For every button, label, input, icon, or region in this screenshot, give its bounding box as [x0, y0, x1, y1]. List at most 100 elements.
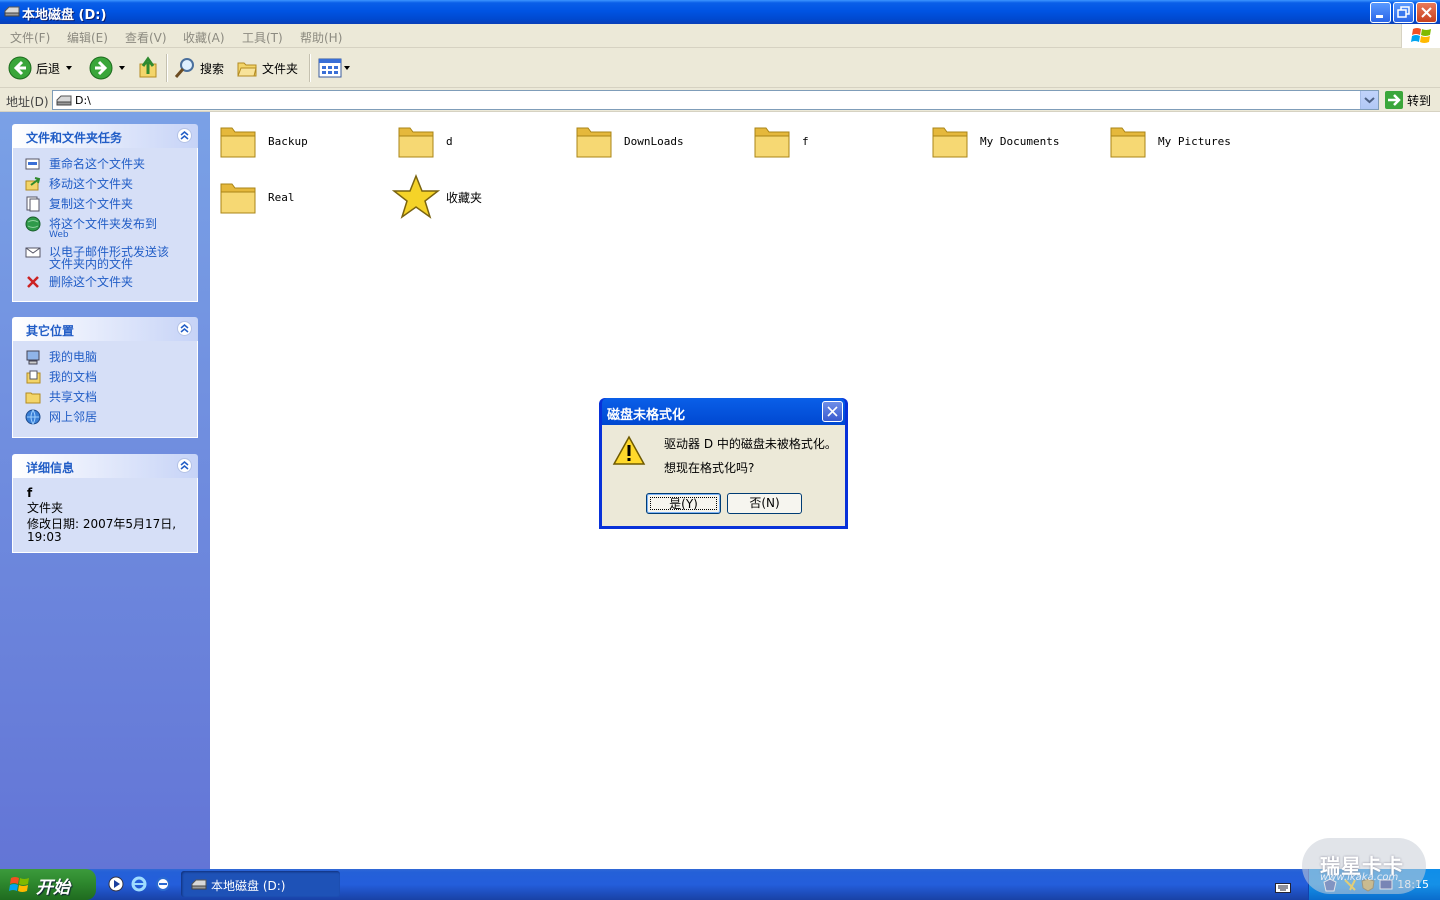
place-my-computer[interactable]: 我的电脑 — [13, 347, 197, 367]
views-button[interactable] — [318, 48, 350, 88]
folder-icon — [576, 127, 612, 158]
window-title: 本地磁盘 (D:) — [22, 8, 107, 23]
forward-button[interactable] — [89, 48, 125, 88]
yes-button[interactable]: 是(Y) — [646, 493, 721, 514]
details-panel: 详细信息 f 文件夹 修改日期: 2007年5月17日, 19:03 — [12, 454, 198, 553]
address-dropdown-button[interactable] — [1360, 91, 1378, 109]
move-icon — [25, 177, 41, 191]
task-copy-folder[interactable]: 复制这个文件夹 — [13, 194, 197, 214]
windows-flag-icon — [1411, 28, 1431, 43]
file-item[interactable]: Real — [218, 178, 295, 216]
place-my-documents[interactable]: 我的文档 — [13, 367, 197, 387]
folder-icon — [398, 127, 434, 158]
task-email-files[interactable]: 以电子邮件形式发送该 文件夹内的文件 — [13, 242, 197, 272]
panel-title: 文件和文件夹任务 — [26, 131, 123, 145]
chevron-up-double-icon — [180, 131, 189, 140]
panel-title: 其它位置 — [26, 324, 75, 338]
up-folder-button[interactable] — [138, 48, 160, 88]
show-desktop-icon[interactable] — [155, 876, 171, 892]
no-button[interactable]: 否(N) — [727, 493, 802, 514]
taskbar: 开始 本地磁盘 (D:) 18:15 — [0, 869, 1440, 900]
back-label: 后退 — [36, 61, 61, 76]
address-bar: 地址(D) D:\ 转到 — [0, 88, 1440, 112]
menu-view[interactable]: 查看(V) — [125, 29, 167, 46]
folders-button[interactable]: 文件夹 — [236, 48, 298, 88]
internet-explorer-icon[interactable] — [131, 876, 147, 892]
folder-icon — [1110, 127, 1146, 158]
media-player-icon[interactable] — [108, 876, 124, 892]
copy-icon — [26, 196, 40, 212]
back-arrow-icon — [8, 56, 32, 80]
menu-favorites[interactable]: 收藏(A) — [183, 29, 225, 46]
folder-icon — [932, 127, 968, 158]
chevron-up-double-icon — [180, 461, 189, 470]
windows-logo — [1401, 24, 1440, 48]
unformatted-disk-dialog: 磁盘未格式化 驱动器 D 中的磁盘未被格式化。 想现在格式化吗? 是(Y) 否(… — [599, 398, 848, 529]
folder-icon — [220, 127, 256, 158]
watermark-url: www.ikaka.com — [1320, 872, 1399, 883]
search-button[interactable]: 搜索 — [174, 48, 224, 88]
warning-icon — [612, 435, 646, 465]
delete-icon — [27, 276, 39, 288]
file-item[interactable]: f — [752, 122, 809, 160]
menu-tools[interactable]: 工具(T) — [242, 29, 283, 46]
file-folder-tasks-panel: 文件和文件夹任务 重命名这个文件夹 移动这个文件夹 复制这个文件夹 将这个文件夹… — [12, 124, 198, 302]
my-computer-icon — [26, 350, 40, 365]
menu-help[interactable]: 帮助(H) — [300, 29, 342, 46]
panel-header[interactable]: 详细信息 — [12, 454, 198, 478]
taskbar-window-button[interactable]: 本地磁盘 (D:) — [181, 871, 340, 897]
up-folder-icon — [139, 56, 157, 78]
address-value: D:\ — [75, 94, 91, 107]
file-item[interactable]: 收藏夹 — [392, 174, 482, 220]
start-label: 开始 — [36, 878, 70, 898]
menu-edit[interactable]: 编辑(E) — [67, 29, 108, 46]
file-item[interactable]: My Documents — [930, 122, 1059, 160]
task-rename-folder[interactable]: 重命名这个文件夹 — [13, 154, 197, 174]
task-publish-web[interactable]: 将这个文件夹发布到 Web — [13, 214, 197, 242]
watermark: 瑞星卡卡 www.ikaka.com — [1302, 838, 1426, 894]
title-bar[interactable]: 本地磁盘 (D:) — [0, 0, 1440, 24]
restore-button[interactable] — [1393, 2, 1414, 23]
close-button[interactable] — [1416, 2, 1437, 23]
place-shared-documents[interactable]: 共享文档 — [13, 387, 197, 407]
collapse-button[interactable] — [177, 128, 192, 143]
panel-header[interactable]: 文件和文件夹任务 — [12, 124, 198, 148]
search-label: 搜索 — [200, 61, 225, 76]
place-network[interactable]: 网上邻居 — [13, 407, 197, 427]
file-item[interactable]: My Pictures — [1108, 122, 1231, 160]
yes-label: 是(Y) — [650, 497, 717, 511]
keyboard-icon[interactable] — [1275, 881, 1291, 893]
details-modified-time: 19:03 — [27, 530, 62, 544]
details-name: f — [27, 486, 33, 500]
collapse-button[interactable] — [177, 458, 192, 473]
no-label: 否(N) — [749, 496, 780, 510]
views-icon — [318, 58, 342, 78]
folder-icon — [754, 127, 790, 158]
search-icon — [174, 58, 194, 78]
task-move-folder[interactable]: 移动这个文件夹 — [13, 174, 197, 194]
panel-header[interactable]: 其它位置 — [12, 317, 198, 341]
chevron-down-icon — [1364, 97, 1375, 104]
views-dropdown-icon[interactable] — [344, 66, 350, 70]
go-arrow-icon — [1385, 91, 1403, 109]
go-label: 转到 — [1407, 93, 1432, 108]
back-button[interactable]: 后退 — [8, 48, 73, 88]
go-button[interactable]: 转到 — [1385, 91, 1431, 109]
file-item[interactable]: Backup — [218, 122, 308, 160]
minimize-button[interactable] — [1370, 2, 1391, 23]
address-input[interactable]: D:\ — [52, 90, 1379, 110]
back-dropdown-icon[interactable] — [66, 66, 73, 70]
taskbar-window-label: 本地磁盘 (D:) — [211, 879, 286, 893]
forward-dropdown-icon[interactable] — [119, 66, 125, 70]
file-item[interactable]: d — [396, 122, 453, 160]
collapse-button[interactable] — [177, 321, 192, 336]
task-delete-folder[interactable]: 删除这个文件夹 — [13, 272, 197, 292]
start-button[interactable]: 开始 — [0, 869, 96, 900]
folders-label: 文件夹 — [262, 61, 299, 76]
task-pane: 文件和文件夹任务 重命名这个文件夹 移动这个文件夹 复制这个文件夹 将这个文件夹… — [0, 112, 210, 869]
menu-file[interactable]: 文件(F) — [10, 29, 50, 46]
dialog-title-bar[interactable]: 磁盘未格式化 — [602, 398, 845, 425]
dialog-message-line1: 驱动器 D 中的磁盘未被格式化。 — [664, 437, 837, 451]
file-item[interactable]: DownLoads — [574, 122, 684, 160]
dialog-close-button[interactable] — [822, 401, 843, 422]
